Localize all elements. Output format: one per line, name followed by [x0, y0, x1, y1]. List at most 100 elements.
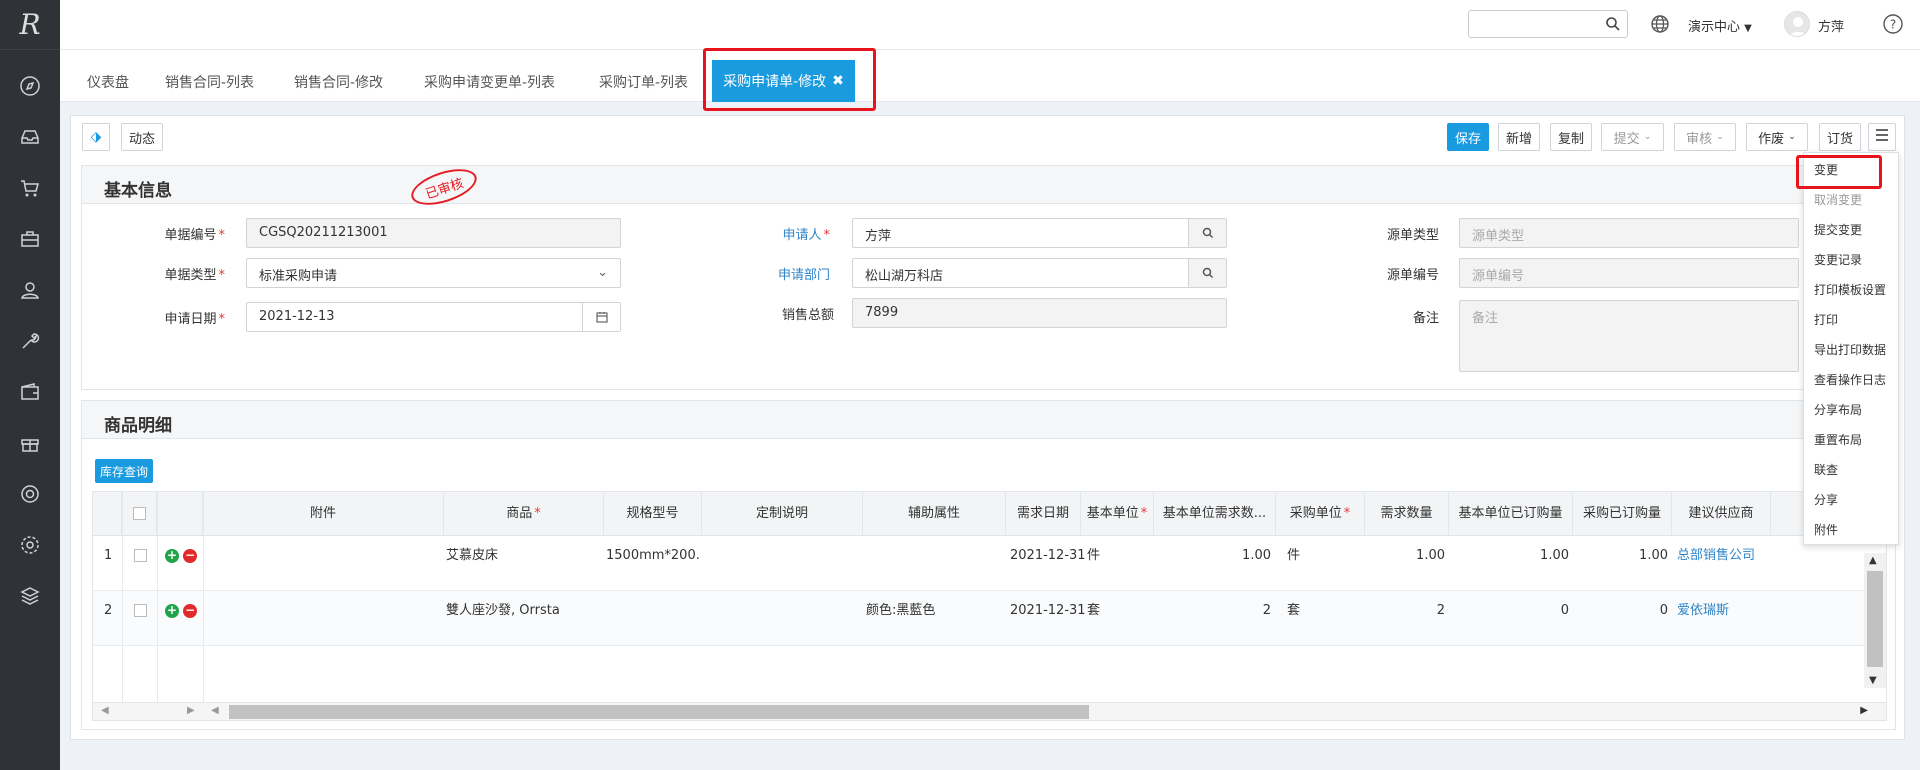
cell-unit[interactable]: 套 — [1087, 591, 1100, 646]
add-row-icon[interactable]: + — [165, 549, 179, 563]
cell-spec[interactable] — [606, 591, 700, 646]
cell-product[interactable]: 雙人座沙發, Orrsta — [446, 591, 560, 646]
search-box[interactable] — [1468, 10, 1628, 38]
globe-icon[interactable] — [1650, 14, 1670, 38]
row-select[interactable] — [134, 536, 147, 591]
stock-query-button[interactable]: 库存查询 — [95, 459, 154, 483]
org-selector[interactable]: 演示中心 ▼ — [1688, 16, 1752, 35]
search-icon[interactable] — [1605, 16, 1621, 36]
close-icon[interactable]: ✖ — [832, 73, 844, 89]
new-button[interactable]: 新增 — [1498, 123, 1541, 151]
scroll-thumb[interactable] — [1867, 571, 1883, 667]
cart-icon[interactable] — [0, 162, 60, 213]
scroll-right-icon[interactable]: ▶ — [187, 705, 195, 716]
cell-ordered-base[interactable]: 1.00 — [1449, 536, 1569, 591]
col-p-unit[interactable]: 采购单位 * — [1276, 492, 1365, 536]
remark-field[interactable]: 备注 — [1459, 300, 1799, 372]
col-select[interactable] — [122, 492, 157, 536]
user-icon[interactable] — [0, 264, 60, 315]
inbox-icon[interactable] — [0, 111, 60, 162]
copy-button[interactable]: 复制 — [1550, 123, 1593, 151]
tab-purchase-request-change-list[interactable]: 采购申请变更单-列表 — [424, 72, 555, 92]
dept-field[interactable]: 松山湖万科店 — [852, 258, 1227, 288]
col-product[interactable]: 商品 * — [444, 492, 604, 536]
menu-item-reset-layout[interactable]: 重置布局 — [1814, 431, 1862, 448]
src-type-field[interactable]: 源单类型 — [1459, 218, 1799, 248]
apply-date-field[interactable]: 2021-12-13 — [246, 302, 621, 332]
cell-qty[interactable]: 1.00 — [1365, 536, 1445, 591]
cell-product[interactable]: 艾慕皮床 — [446, 536, 498, 591]
scroll-right-icon[interactable]: ▶ — [1860, 705, 1868, 716]
cell-date[interactable]: 2021-12-31 — [1010, 536, 1086, 591]
menu-item-share[interactable]: 分享 — [1814, 491, 1838, 508]
cell-ordered[interactable]: 1.00 — [1573, 536, 1668, 591]
scroll-left-icon[interactable]: ◀ — [101, 705, 109, 716]
scroll-left-icon[interactable]: ◀ — [211, 705, 219, 716]
src-no-field[interactable]: 源单编号 — [1459, 258, 1799, 288]
cell-supplier[interactable]: 爱依瑞斯 — [1677, 591, 1729, 646]
audit-button[interactable]: 审核 ⌄ — [1674, 123, 1736, 151]
more-menu-button[interactable] — [1868, 123, 1896, 151]
menu-item-view-log[interactable]: 查看操作日志 — [1814, 371, 1886, 388]
scroll-thumb[interactable] — [229, 705, 1089, 719]
applicant-label[interactable]: 申请人 * — [720, 224, 830, 243]
wrench-icon[interactable] — [0, 315, 60, 366]
username[interactable]: 方萍 — [1818, 16, 1844, 35]
search-input[interactable] — [1469, 11, 1599, 37]
avatar[interactable] — [1784, 11, 1810, 37]
cell-qty-base[interactable]: 2 — [1154, 591, 1271, 646]
table-row[interactable]: 1 + − 艾慕皮床 1500mm*200... 2021-12-31 件 1.… — [93, 536, 1886, 591]
cell-date[interactable]: 2021-12-31 — [1010, 591, 1086, 646]
col-attachment[interactable]: 附件 — [203, 492, 444, 536]
col-ordered-base[interactable]: 基本单位已订购量 — [1449, 492, 1573, 536]
applicant-field[interactable]: 方萍 — [852, 218, 1227, 248]
row-select[interactable] — [134, 591, 147, 646]
tab-dashboard[interactable]: 仪表盘 — [87, 72, 129, 92]
lifebuoy-icon[interactable] — [0, 468, 60, 519]
cell-unit[interactable]: 件 — [1087, 536, 1100, 591]
remove-row-icon[interactable]: − — [183, 604, 198, 618]
cell-p-unit[interactable]: 件 — [1287, 536, 1300, 591]
tag-button[interactable]: ⬗ — [82, 123, 110, 151]
menu-item-export-print[interactable]: 导出打印数据 — [1814, 341, 1886, 358]
remove-row-icon[interactable]: − — [183, 549, 198, 563]
cell-spec[interactable]: 1500mm*200... — [606, 536, 700, 591]
briefcase-icon[interactable] — [0, 213, 60, 264]
scroll-down-icon[interactable]: ▼ — [1869, 675, 1877, 686]
dept-label[interactable]: 申请部门 — [720, 264, 830, 283]
app-logo[interactable]: R — [0, 0, 60, 50]
col-aux[interactable]: 辅助属性 — [863, 492, 1006, 536]
order-button[interactable]: 订货 — [1819, 123, 1862, 151]
vertical-scrollbar[interactable]: ▲ ▼ — [1864, 553, 1886, 688]
scroll-up-icon[interactable]: ▲ — [1869, 555, 1877, 566]
tab-sales-contract-list[interactable]: 销售合同-列表 — [165, 72, 254, 92]
search-icon[interactable] — [1188, 219, 1226, 247]
doc-no-field[interactable]: CGSQ20211213001 — [246, 218, 621, 248]
menu-item-attachment[interactable]: 附件 — [1814, 521, 1838, 538]
wallet-icon[interactable] — [0, 366, 60, 417]
compass-icon[interactable] — [0, 60, 60, 111]
cell-supplier[interactable]: 总部销售公司 — [1677, 536, 1755, 591]
calendar-icon[interactable] — [582, 303, 620, 331]
menu-item-cancel-change[interactable]: 取消变更 — [1814, 191, 1862, 208]
table-row[interactable]: 2 + − 雙人座沙發, Orrsta 颜色:黑藍色 2021-12-31 套 … — [93, 591, 1886, 646]
col-supplier[interactable]: 建议供应商 — [1672, 492, 1771, 536]
doc-type-select[interactable]: 标准采购申请 ⌄ — [246, 258, 621, 288]
horizontal-scrollbar[interactable]: ◀ ▶ ◀ ▶ — [93, 702, 1886, 720]
cell-qty[interactable]: 2 — [1365, 591, 1445, 646]
cell-ordered-base[interactable]: 0 — [1449, 591, 1569, 646]
select-all-checkbox[interactable] — [132, 507, 146, 520]
menu-item-change-log[interactable]: 变更记录 — [1814, 251, 1862, 268]
gift-icon[interactable] — [0, 417, 60, 468]
col-custom[interactable]: 定制说明 — [702, 492, 863, 536]
col-unit[interactable]: 基本单位 * — [1081, 492, 1154, 536]
col-spec[interactable]: 规格型号 — [604, 492, 702, 536]
col-ordered[interactable]: 采购已订购量 — [1573, 492, 1672, 536]
menu-item-lookup[interactable]: 联查 — [1814, 461, 1838, 478]
row-checkbox[interactable] — [134, 604, 147, 617]
gear-icon[interactable] — [0, 519, 60, 570]
menu-item-share-layout[interactable]: 分享布局 — [1814, 401, 1862, 418]
search-icon[interactable] — [1188, 259, 1226, 287]
col-date[interactable]: 需求日期 — [1006, 492, 1081, 536]
col-qty-base[interactable]: 基本单位需求数... — [1154, 492, 1276, 536]
